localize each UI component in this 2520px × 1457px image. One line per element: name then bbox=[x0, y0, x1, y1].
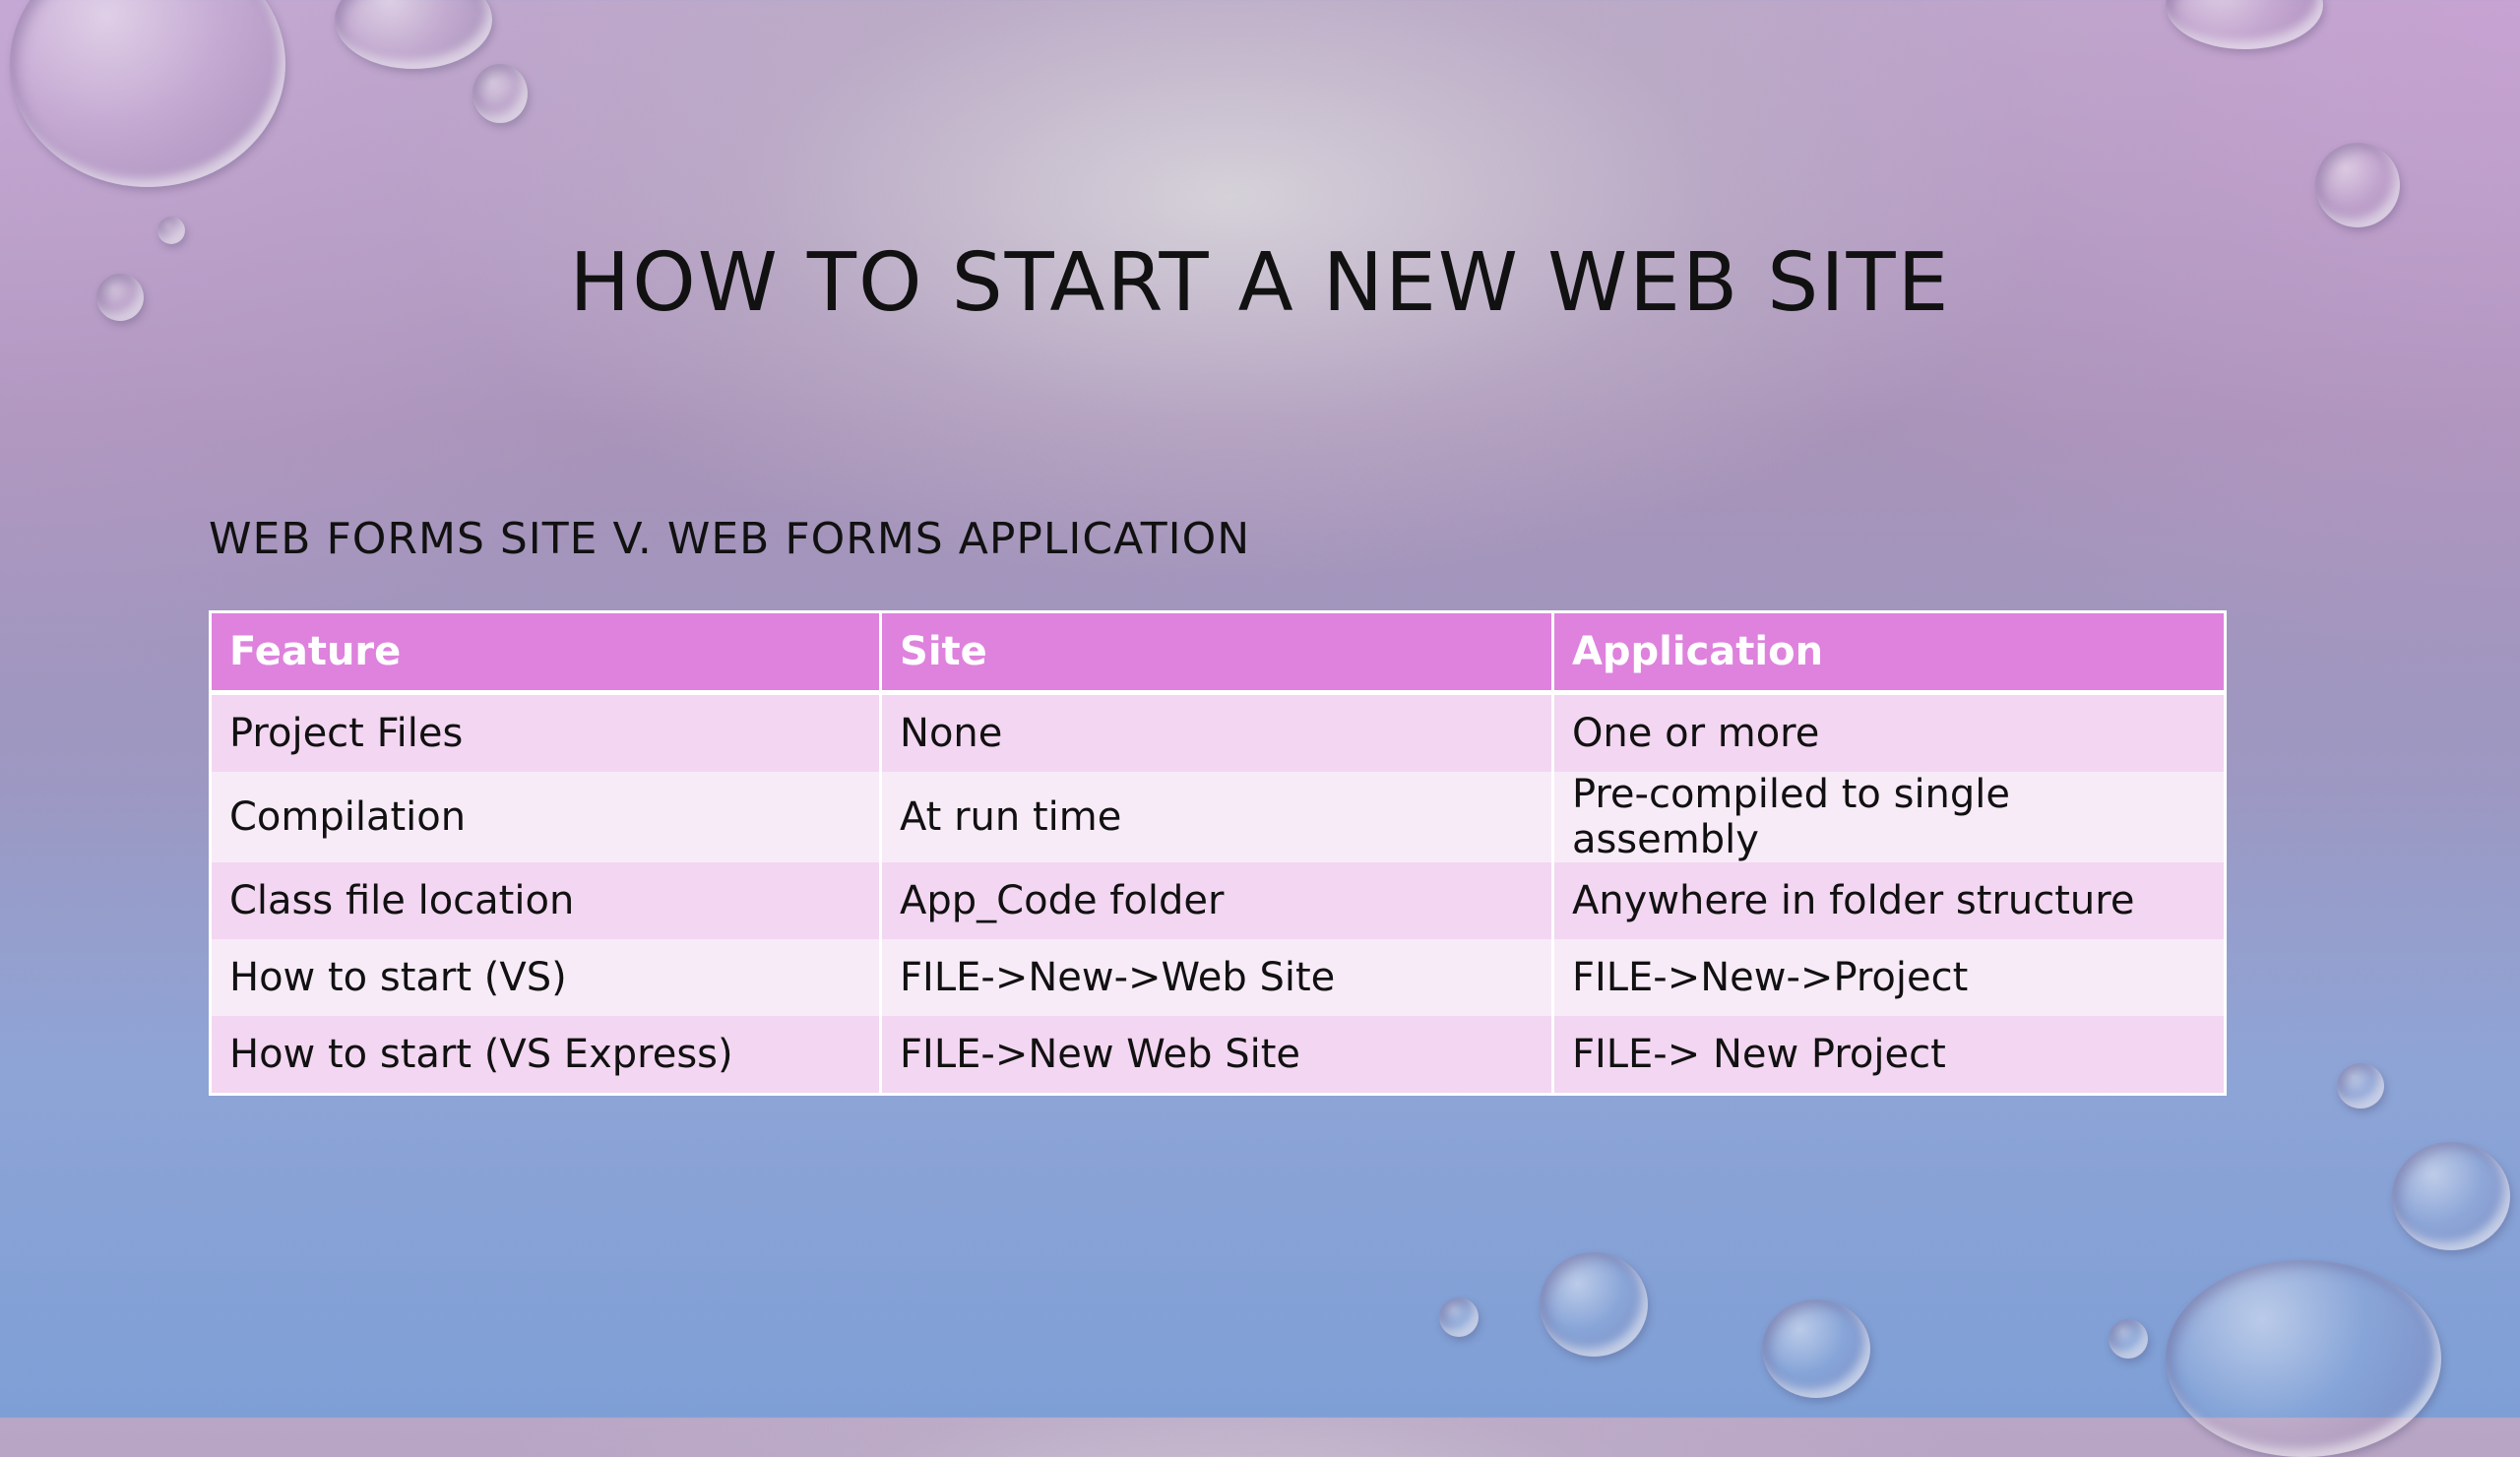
cell-site: FILE->New->Web Site bbox=[879, 939, 1553, 1016]
cell-application: Anywhere in folder structure bbox=[1550, 862, 2226, 939]
slide-title: HOW TO START A NEW WEB SITE bbox=[569, 236, 1951, 330]
cell-feature: How to start (VS Express) bbox=[210, 1016, 881, 1095]
comparison-table: Feature Site Application Project Files N… bbox=[209, 610, 2227, 1096]
cell-feature: Class file location bbox=[210, 862, 881, 939]
water-drop bbox=[1540, 1252, 1648, 1357]
water-drop bbox=[2337, 1063, 2384, 1109]
cell-application: One or more bbox=[1550, 692, 2226, 772]
header-application: Application bbox=[1550, 611, 2226, 695]
table-row: Class file location App_Code folder Anyw… bbox=[210, 862, 2226, 939]
table-row: How to start (VS Express) FILE->New Web … bbox=[210, 1016, 2226, 1095]
table-row: Compilation At run time Pre-compiled to … bbox=[210, 772, 2226, 862]
cell-site: FILE->New Web Site bbox=[879, 1016, 1553, 1095]
cell-site: None bbox=[879, 692, 1553, 772]
slide-subtitle: WEB FORMS SITE V. WEB FORMS APPLICATION bbox=[209, 514, 1251, 564]
cell-feature: Compilation bbox=[210, 772, 881, 862]
water-drop bbox=[2392, 1142, 2510, 1250]
table-header-row: Feature Site Application bbox=[210, 611, 2226, 695]
cell-application: Pre-compiled to single assembly bbox=[1550, 772, 2226, 862]
cell-feature: Project Files bbox=[210, 692, 881, 772]
cell-site: App_Code folder bbox=[879, 862, 1553, 939]
table-row: How to start (VS) FILE->New->Web Site FI… bbox=[210, 939, 2226, 1016]
water-drop bbox=[472, 64, 528, 123]
water-drop bbox=[1762, 1299, 1870, 1398]
cell-site: At run time bbox=[879, 772, 1553, 862]
cell-feature: How to start (VS) bbox=[210, 939, 881, 1016]
water-drop bbox=[1439, 1298, 1479, 1337]
header-site: Site bbox=[879, 611, 1553, 695]
water-drop bbox=[2166, 1260, 2441, 1457]
header-feature: Feature bbox=[210, 611, 881, 695]
background-vignette-right bbox=[1634, 0, 2520, 689]
water-drop bbox=[2109, 1319, 2148, 1359]
cell-application: FILE-> New Project bbox=[1550, 1016, 2226, 1095]
water-drop bbox=[2315, 143, 2400, 227]
cell-application: FILE->New->Project bbox=[1550, 939, 2226, 1016]
table-row: Project Files None One or more bbox=[210, 692, 2226, 772]
